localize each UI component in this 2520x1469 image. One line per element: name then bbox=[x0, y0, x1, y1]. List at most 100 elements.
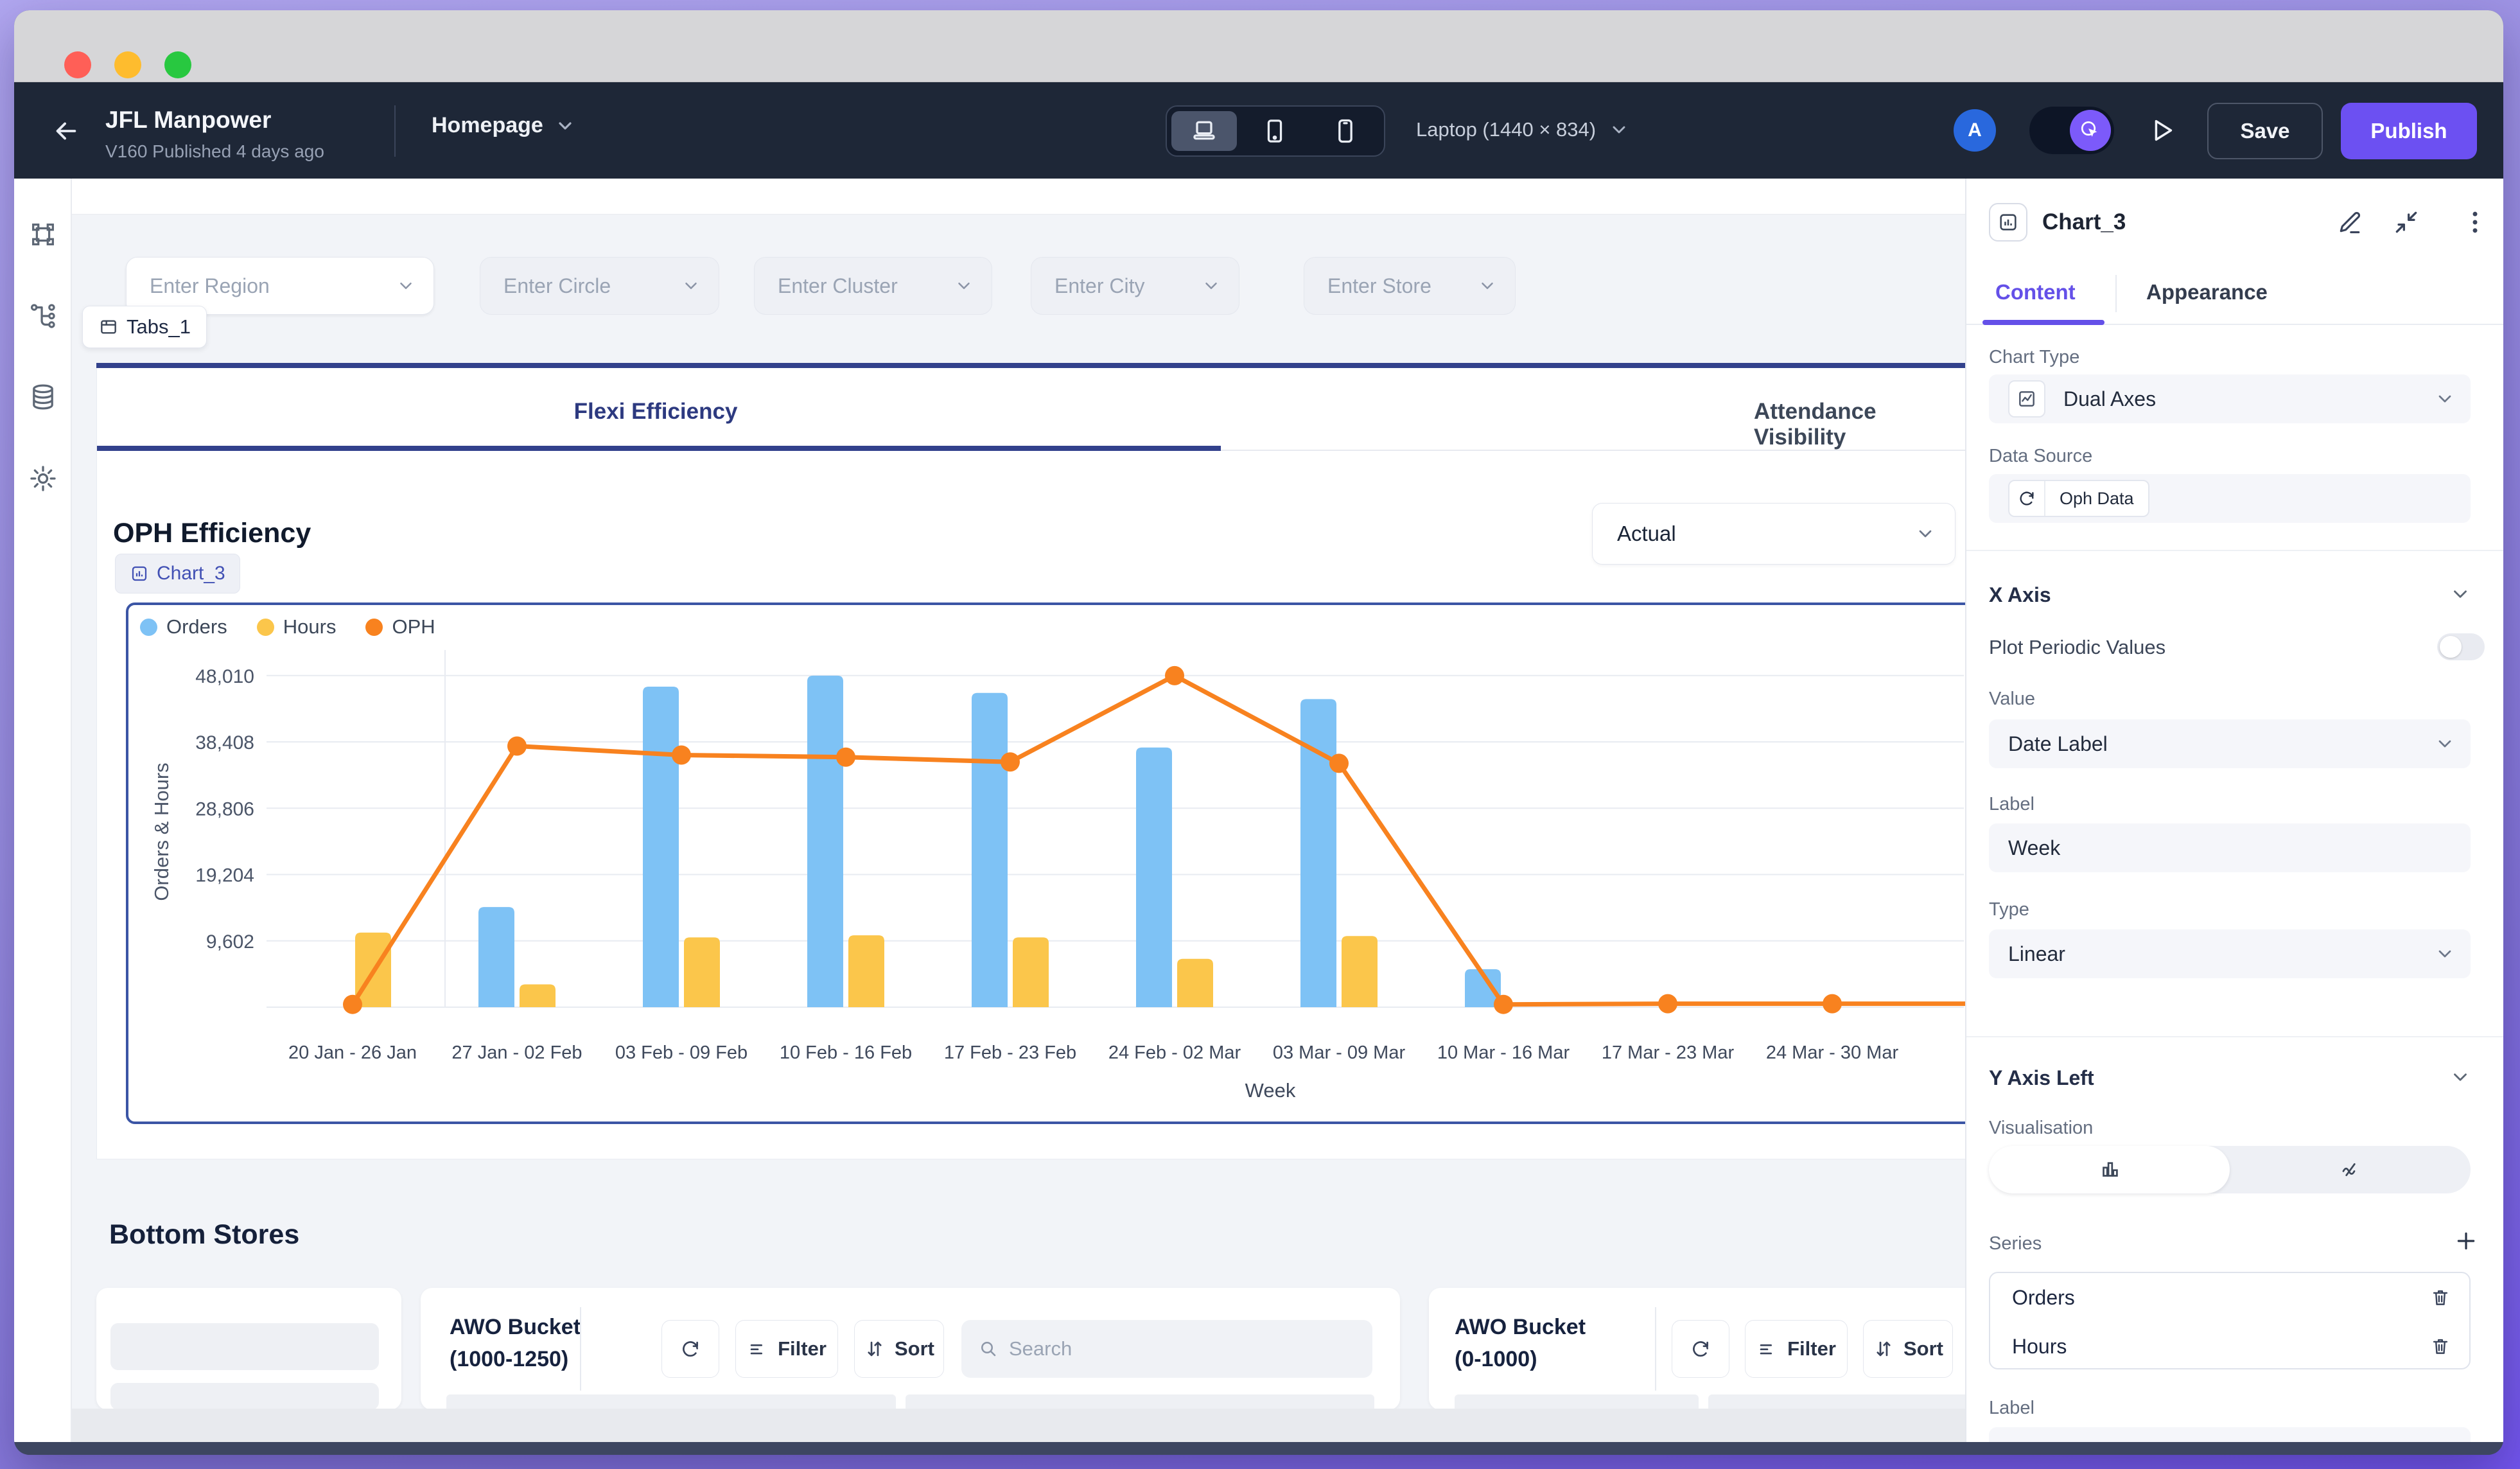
toggle-knob bbox=[2440, 636, 2462, 658]
chart-widget-badge[interactable]: Chart_3 bbox=[115, 554, 240, 594]
sort-button-label: Sort bbox=[895, 1337, 934, 1360]
inspector-tab-divider bbox=[2115, 275, 2117, 312]
filter-city-select[interactable]: Enter City bbox=[1031, 257, 1239, 315]
save-button[interactable]: Save bbox=[2207, 103, 2323, 159]
chart-type-select[interactable]: Dual Axes bbox=[1989, 374, 2471, 423]
line-chart-icon bbox=[2008, 380, 2045, 418]
tabs-widget-badge[interactable]: Tabs_1 bbox=[82, 306, 207, 348]
filter-circle-select[interactable]: Enter Circle bbox=[480, 257, 719, 315]
card-divider bbox=[580, 1307, 581, 1391]
x-axis-type-select[interactable]: Linear bbox=[1989, 929, 2471, 978]
bottom-stores-title: Bottom Stores bbox=[109, 1219, 299, 1251]
inspector-tab-content[interactable]: Content bbox=[1995, 280, 2076, 304]
x-axis-label-label: Label bbox=[1989, 794, 2034, 815]
kebab-menu-icon[interactable] bbox=[2461, 208, 2489, 236]
device-size-selector[interactable]: Laptop (1440 × 834) bbox=[1416, 118, 1629, 141]
avatar[interactable]: A bbox=[1954, 109, 1996, 152]
mobile-preview-button[interactable] bbox=[1313, 111, 1378, 151]
series-row-hours[interactable]: Hours bbox=[1990, 1322, 2469, 1371]
widgets-panel-icon[interactable] bbox=[28, 220, 58, 249]
refresh-button[interactable] bbox=[1672, 1320, 1729, 1378]
settings-gear-icon[interactable] bbox=[28, 464, 58, 493]
zoom-window-button[interactable] bbox=[164, 51, 191, 78]
bar-visualisation-option[interactable] bbox=[1989, 1146, 2230, 1193]
sort-button[interactable]: Sort bbox=[1863, 1320, 1953, 1378]
laptop-preview-button[interactable] bbox=[1171, 111, 1237, 151]
collapse-panel-icon[interactable] bbox=[2392, 208, 2420, 236]
sort-button[interactable]: Sort bbox=[854, 1320, 944, 1378]
back-arrow-icon[interactable] bbox=[51, 116, 81, 146]
svg-text:17 Feb - 23 Feb: 17 Feb - 23 Feb bbox=[944, 1042, 1076, 1063]
series-row-orders[interactable]: Orders bbox=[1990, 1273, 2469, 1322]
trash-icon[interactable] bbox=[2429, 1335, 2451, 1357]
chevron-down-icon bbox=[954, 276, 974, 295]
device-preview-toggle-group bbox=[1166, 105, 1385, 157]
placeholder-block bbox=[110, 1323, 379, 1370]
chevron-down-icon bbox=[681, 276, 701, 295]
series-section-title: Series bbox=[1989, 1233, 2042, 1254]
sort-icon bbox=[864, 1338, 886, 1360]
filter-button[interactable]: Filter bbox=[1745, 1320, 1848, 1378]
chevron-down-icon bbox=[2435, 944, 2455, 964]
search-input[interactable] bbox=[1009, 1337, 1311, 1360]
trash-icon[interactable] bbox=[2429, 1287, 2451, 1308]
line-visualisation-option[interactable] bbox=[2230, 1146, 2471, 1193]
chevron-down-icon[interactable] bbox=[2449, 1066, 2471, 1088]
chevron-down-icon bbox=[555, 116, 575, 136]
minimize-window-button[interactable] bbox=[114, 51, 141, 78]
chevron-down-icon bbox=[396, 276, 416, 295]
header-divider bbox=[394, 105, 396, 157]
device-size-label: Laptop (1440 × 834) bbox=[1416, 118, 1596, 141]
filter-store-select[interactable]: Enter Store bbox=[1304, 257, 1516, 315]
app-title: JFL Manpower bbox=[105, 107, 271, 134]
svg-text:28,806: 28,806 bbox=[195, 798, 254, 820]
filter-cluster-placeholder: Enter Cluster bbox=[778, 274, 898, 298]
table-header-placeholder bbox=[1708, 1394, 1965, 1410]
tree-structure-icon[interactable] bbox=[28, 301, 58, 331]
edit-pencil-icon[interactable] bbox=[2336, 208, 2364, 236]
plot-periodic-values-toggle[interactable] bbox=[2437, 633, 2485, 660]
publish-button[interactable]: Publish bbox=[2341, 103, 2477, 159]
filter-button[interactable]: Filter bbox=[735, 1320, 838, 1378]
svg-text:03 Mar - 09 Mar: 03 Mar - 09 Mar bbox=[1273, 1042, 1406, 1063]
chevron-down-icon bbox=[1609, 119, 1629, 140]
datasource-panel-icon[interactable] bbox=[28, 382, 58, 412]
data-source-field[interactable]: Oph Data bbox=[1989, 474, 2471, 523]
desktop-background: JFL Manpower V160 Published 4 days ago H… bbox=[0, 0, 2520, 1469]
tablet-preview-button[interactable] bbox=[1242, 111, 1308, 151]
inspector-tab-appearance[interactable]: Appearance bbox=[2146, 280, 2268, 304]
x-axis-label-input[interactable]: Week bbox=[1989, 823, 2471, 872]
sort-button-label: Sort bbox=[1903, 1337, 1943, 1360]
filter-cluster-select[interactable]: Enter Cluster bbox=[754, 257, 992, 315]
chart-mode-select[interactable]: Actual bbox=[1592, 503, 1956, 565]
data-source-chip[interactable]: Oph Data bbox=[2008, 480, 2149, 517]
placeholder-block bbox=[110, 1383, 379, 1410]
editor-header: JFL Manpower V160 Published 4 days ago H… bbox=[14, 82, 2503, 179]
chevron-down-icon bbox=[1478, 276, 1497, 295]
filter-icon bbox=[1756, 1338, 1778, 1360]
chart-type-value: Dual Axes bbox=[2063, 387, 2156, 411]
tab-attendance-visibility[interactable]: Attendance Visibility bbox=[1754, 399, 1895, 450]
chart-widget-badge-label: Chart_3 bbox=[157, 563, 225, 585]
preview-play-button[interactable] bbox=[2148, 116, 2177, 145]
series-name: Orders bbox=[2012, 1286, 2075, 1310]
close-window-button[interactable] bbox=[64, 51, 91, 78]
live-cursor-pill[interactable] bbox=[2029, 107, 2114, 154]
x-axis-value: Date Label bbox=[2008, 732, 2108, 756]
search-box bbox=[961, 1320, 1372, 1378]
tab-flexi-efficiency[interactable]: Flexi Efficiency bbox=[574, 399, 738, 425]
page-selector[interactable]: Homepage bbox=[432, 113, 575, 138]
series-label-input[interactable] bbox=[1989, 1427, 2471, 1442]
refresh-button[interactable] bbox=[661, 1320, 719, 1378]
chart-mode-value: Actual bbox=[1617, 522, 1676, 546]
svg-text:Week: Week bbox=[1245, 1079, 1296, 1102]
chevron-down-icon bbox=[1202, 276, 1221, 295]
filter-button-label: Filter bbox=[1787, 1337, 1836, 1360]
add-series-plus-icon[interactable] bbox=[2453, 1228, 2479, 1254]
section-divider bbox=[1966, 1036, 2503, 1037]
x-axis-value-select[interactable]: Date Label bbox=[1989, 719, 2471, 768]
chevron-down-icon[interactable] bbox=[2449, 583, 2471, 605]
oph-chart-svg: 9,60219,20428,80638,40848,010Orders & Ho… bbox=[128, 604, 1965, 1120]
chart-card-title: OPH Efficiency bbox=[113, 518, 311, 549]
page-selector-label: Homepage bbox=[432, 113, 543, 138]
